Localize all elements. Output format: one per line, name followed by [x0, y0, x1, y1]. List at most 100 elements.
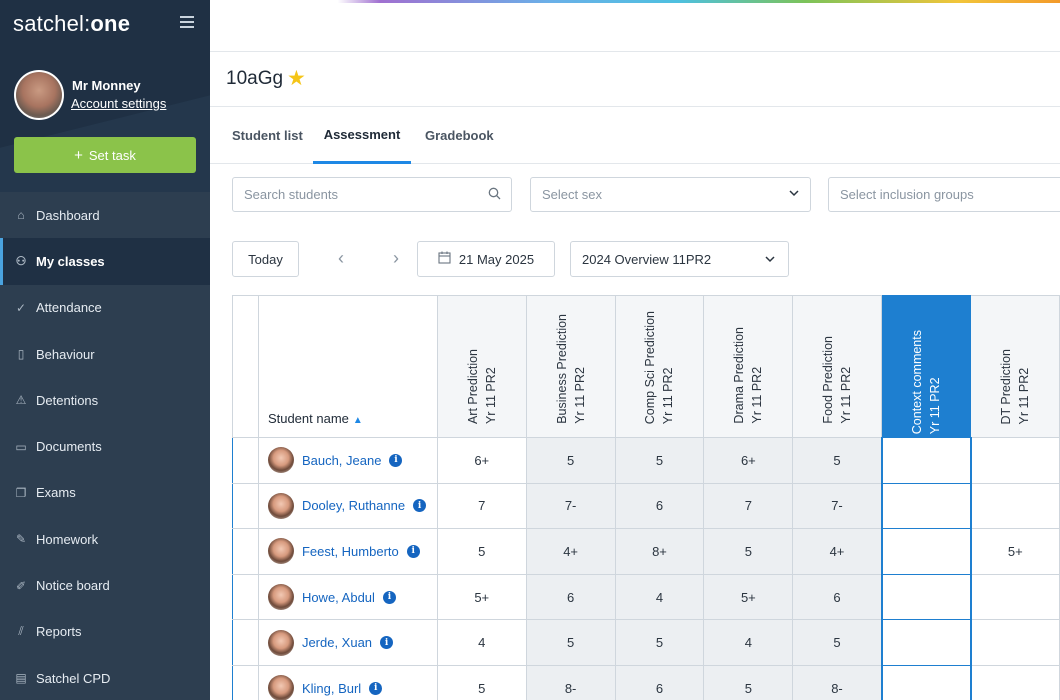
grade-cell[interactable] — [880, 528, 972, 575]
sort-icon[interactable]: ▲ — [353, 415, 363, 426]
grade-cell[interactable]: 5+ — [970, 528, 1060, 575]
sidebar-item-homework[interactable]: ✎ Homework — [0, 516, 210, 562]
info-icon[interactable]: i — [380, 636, 394, 650]
student-name-header[interactable]: Student name ▲ — [257, 295, 438, 438]
grade-cell[interactable]: 4 — [436, 619, 527, 666]
grade-cell[interactable]: 5 — [614, 619, 705, 666]
grade-cell[interactable]: 4 — [703, 619, 794, 666]
grade-cell[interactable]: 5+ — [436, 573, 527, 621]
sex-select[interactable]: Select sex — [530, 177, 811, 212]
row-select-cell[interactable] — [232, 437, 259, 484]
grade-cell[interactable]: 5 — [436, 664, 527, 700]
column-header[interactable]: Business Prediction Yr 11 PR2 — [525, 295, 616, 438]
sidebar-item-documents[interactable]: ▭ Documents — [0, 423, 210, 469]
sidebar-item-reports[interactable]: ⫽ Reports — [0, 609, 210, 655]
grade-cell[interactable]: 5+ — [703, 573, 794, 621]
sidebar-item-attendance[interactable]: ✓ Attendance — [0, 285, 210, 331]
avatar[interactable] — [14, 70, 64, 120]
column-header-label: Comp Sci Prediction Yr 11 PR2 — [643, 310, 676, 424]
grade-cell[interactable] — [970, 664, 1060, 700]
sidebar-item-dashboard[interactable]: ⌂ Dashboard — [0, 192, 210, 238]
student-name-link[interactable]: Kling, Burl — [302, 681, 361, 696]
column-header[interactable]: Comp Sci Prediction Yr 11 PR2 — [614, 295, 705, 438]
sidebar-item-satchel-cpd[interactable]: ▤ Satchel CPD — [0, 655, 210, 700]
student-name-link[interactable]: Bauch, Jeane — [302, 453, 382, 468]
column-header[interactable]: Art Prediction Yr 11 PR2 — [436, 295, 527, 438]
sidebar-item-exams[interactable]: ❐ Exams — [0, 470, 210, 516]
column-header[interactable]: DT Prediction Yr 11 PR2 — [970, 295, 1060, 438]
info-icon[interactable]: i — [413, 499, 427, 513]
grade-cell[interactable]: 6 — [525, 573, 616, 621]
row-select-cell[interactable] — [232, 573, 259, 621]
grade-cell[interactable]: 7 — [436, 482, 527, 530]
inclusion-groups-select[interactable]: Select inclusion groups — [828, 177, 1060, 212]
grade-cell[interactable]: 5 — [703, 664, 794, 700]
grade-cell[interactable] — [880, 437, 972, 484]
sidebar-item-my-classes[interactable]: ⚇ My classes — [0, 238, 210, 285]
info-icon[interactable]: i — [369, 681, 383, 695]
grade-cell[interactable]: 6 — [614, 482, 705, 530]
today-button[interactable]: Today — [232, 241, 299, 277]
date-picker[interactable]: 21 May 2025 — [417, 241, 555, 277]
sidebar-item-notice-board[interactable]: ✐ Notice board — [0, 562, 210, 608]
grade-cell[interactable]: 5 — [614, 437, 705, 484]
student-name-link[interactable]: Dooley, Ruthanne — [302, 498, 405, 513]
grade-cell[interactable]: 7- — [792, 482, 883, 530]
grade-cell[interactable]: 6 — [792, 573, 883, 621]
grade-cell[interactable] — [970, 573, 1060, 621]
app-logo[interactable]: satchel:one — [13, 11, 130, 37]
row-select-cell[interactable] — [232, 482, 259, 530]
grade-cell[interactable]: 8- — [792, 664, 883, 700]
grade-cell[interactable]: 5 — [792, 437, 883, 484]
column-header-label: Drama Prediction Yr 11 PR2 — [732, 327, 765, 424]
grade-cell[interactable]: 5 — [792, 619, 883, 666]
grade-cell[interactable] — [970, 482, 1060, 530]
chevron-left-icon[interactable]: ‹ — [338, 248, 344, 269]
info-icon[interactable]: i — [406, 544, 420, 558]
select-all-cell[interactable] — [232, 295, 259, 438]
grade-cell[interactable] — [880, 619, 972, 666]
grade-cell[interactable]: 4+ — [525, 528, 616, 575]
row-select-cell[interactable] — [232, 619, 259, 666]
grade-cell[interactable]: 8+ — [614, 528, 705, 575]
tab-student-list[interactable]: Student list — [232, 107, 303, 163]
column-header[interactable]: Drama Prediction Yr 11 PR2 — [703, 295, 794, 438]
grade-cell[interactable] — [880, 573, 972, 621]
info-icon[interactable]: i — [382, 590, 396, 604]
overview-select[interactable]: 2024 Overview 11PR2 — [570, 241, 789, 277]
chevron-right-icon[interactable]: › — [393, 248, 399, 269]
account-settings-link[interactable]: Account settings — [71, 96, 166, 111]
student-name-link[interactable]: Howe, Abdul — [302, 590, 375, 605]
star-icon[interactable]: ★ — [287, 66, 306, 91]
tab-gradebook[interactable]: Gradebook — [425, 107, 494, 163]
student-name-link[interactable]: Feest, Humberto — [302, 544, 399, 559]
info-icon[interactable]: i — [389, 453, 403, 467]
row-select-cell[interactable] — [232, 528, 259, 575]
grade-cell[interactable] — [970, 437, 1060, 484]
grade-cell[interactable]: 4 — [614, 573, 705, 621]
grade-cell[interactable]: 8- — [525, 664, 616, 700]
column-header[interactable]: Food Prediction Yr 11 PR2 — [792, 295, 883, 438]
grade-cell[interactable]: 7- — [525, 482, 616, 530]
grade-cell[interactable]: 6 — [614, 664, 705, 700]
sidebar-item-behaviour[interactable]: ▯ Behaviour — [0, 331, 210, 377]
search-input[interactable]: Search students — [232, 177, 512, 212]
grade-cell[interactable]: 5 — [525, 437, 616, 484]
student-name-link[interactable]: Jerde, Xuan — [302, 635, 372, 650]
menu-icon[interactable] — [180, 16, 194, 28]
tab-assessment[interactable]: Assessment — [313, 107, 411, 164]
grade-cell[interactable] — [970, 619, 1060, 666]
grade-cell[interactable] — [880, 482, 972, 530]
column-header[interactable]: Context comments Yr 11 PR2 — [881, 295, 972, 438]
grade-cell[interactable]: 5 — [525, 619, 616, 666]
grade-cell[interactable]: 5 — [436, 528, 527, 575]
grade-cell[interactable]: 6+ — [436, 437, 527, 484]
sidebar-item-detentions[interactable]: ⚠ Detentions — [0, 377, 210, 423]
grade-cell[interactable]: 7 — [703, 482, 794, 530]
set-task-button[interactable]: + Set task — [14, 137, 196, 173]
grade-cell[interactable] — [880, 664, 972, 700]
grade-cell[interactable]: 5 — [703, 528, 794, 575]
grade-cell[interactable]: 6+ — [703, 437, 794, 484]
row-select-cell[interactable] — [232, 664, 259, 700]
grade-cell[interactable]: 4+ — [792, 528, 883, 575]
